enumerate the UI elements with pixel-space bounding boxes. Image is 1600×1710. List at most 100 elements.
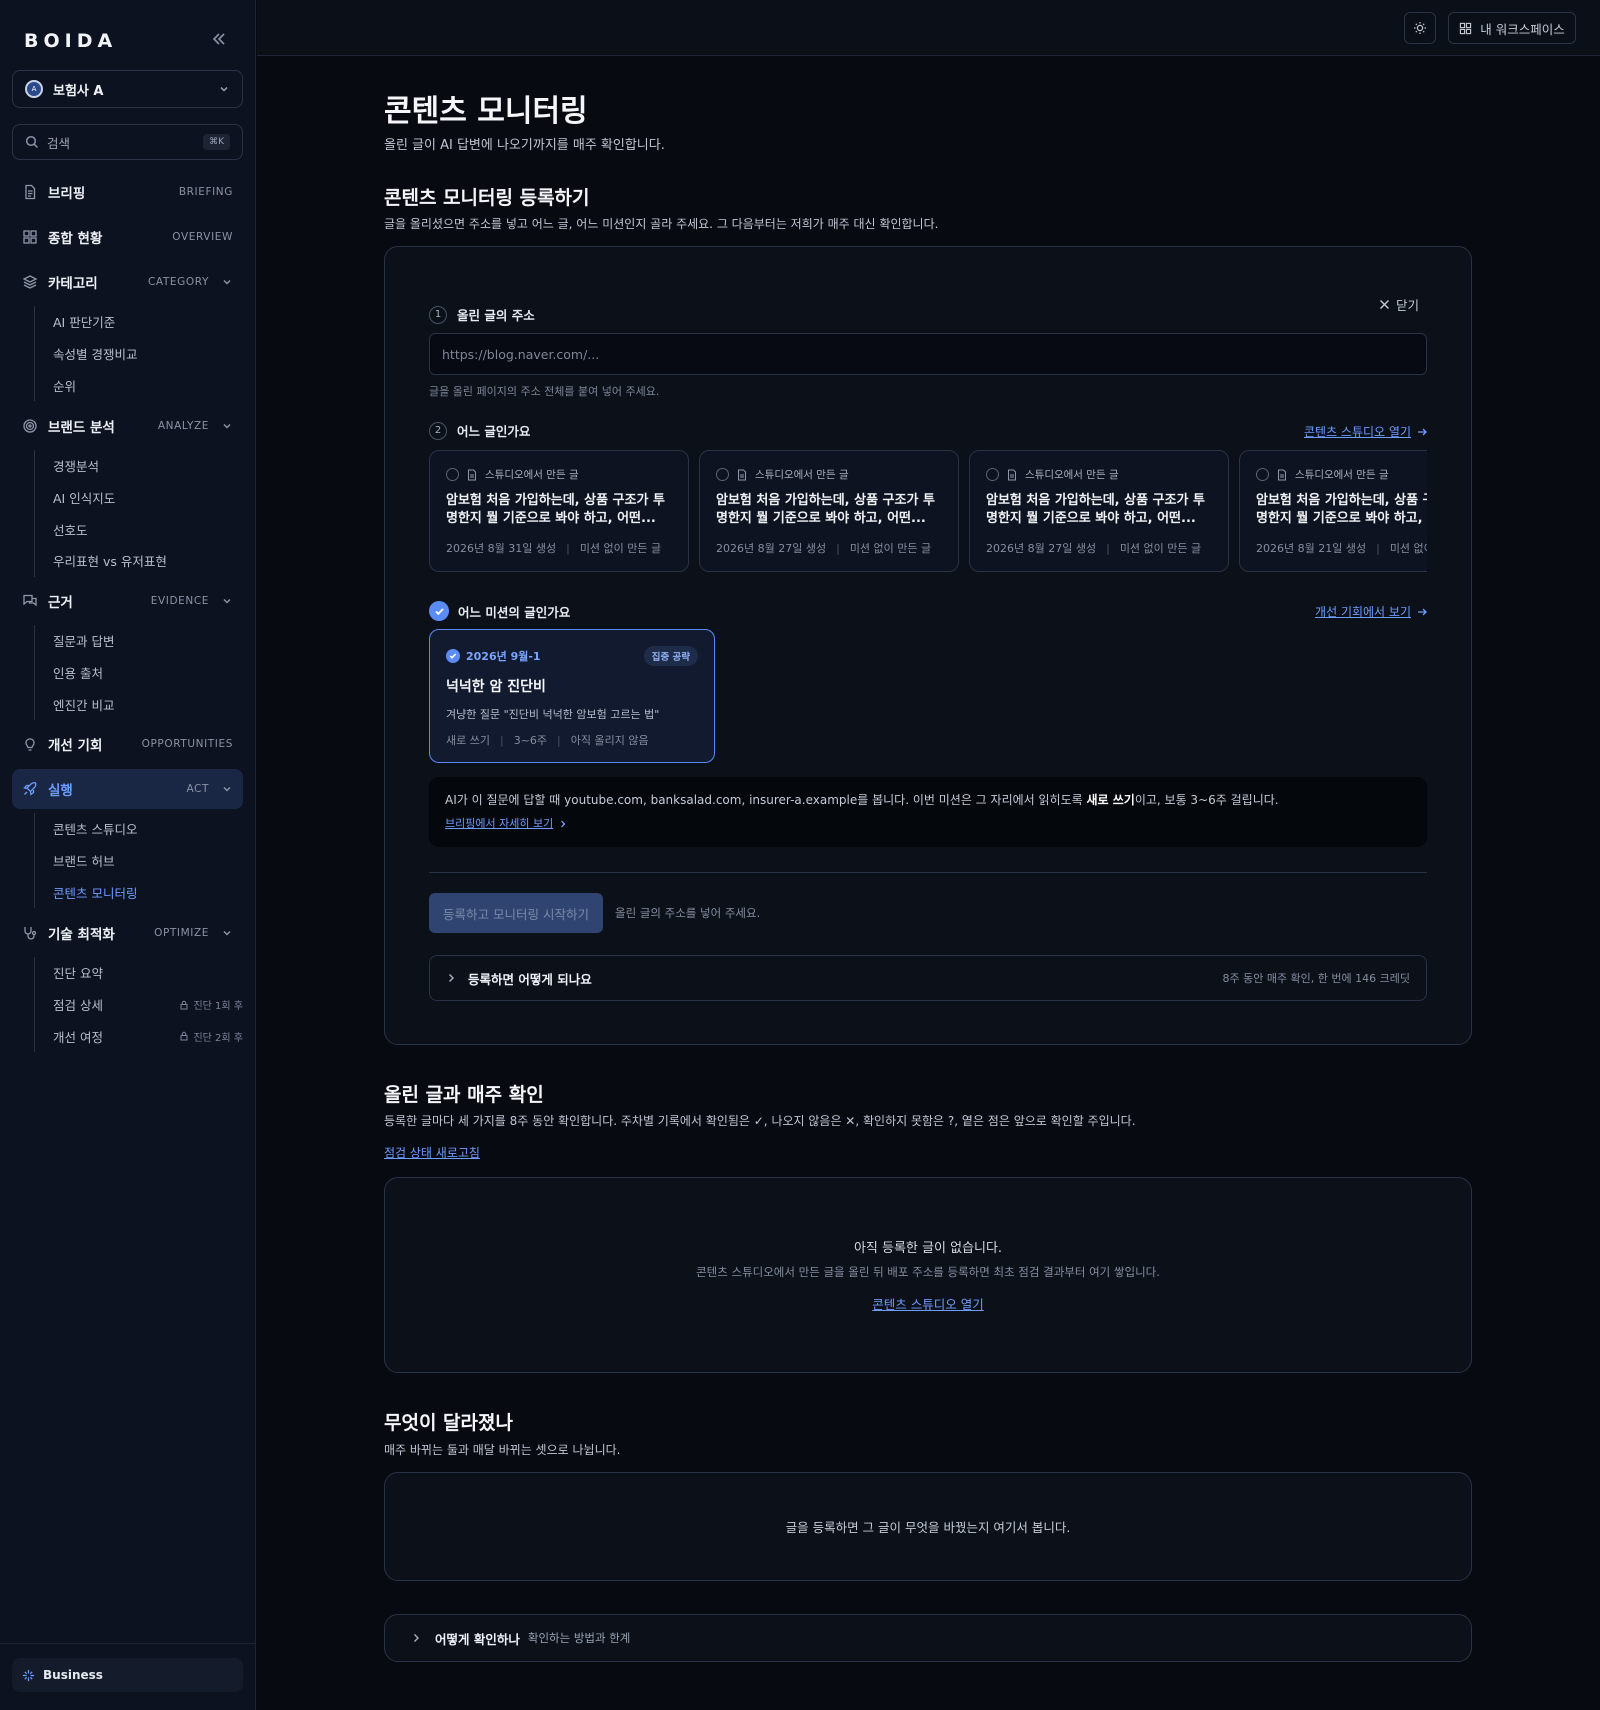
nav-label: 개선 기회	[48, 738, 103, 754]
lock-note: 진단 2회 후	[179, 1029, 243, 1044]
mission-duration: 3~6주	[513, 734, 548, 747]
subnav-item-active[interactable]: 콘텐츠 모니터링	[35, 876, 137, 908]
post-date: 2026년 8월 27일 생성	[716, 542, 827, 555]
nav-en-label: ANALYZE	[157, 420, 209, 432]
subnav-item[interactable]: 순위	[35, 369, 137, 401]
layers-icon	[22, 275, 38, 289]
subnav-item[interactable]: 경쟁분석	[35, 450, 167, 482]
nav-en-label: OVERVIEW	[172, 231, 233, 243]
subnav-item[interactable]: 엔진간 비교	[35, 688, 114, 720]
how-it-works-accordion[interactable]: 등록하면 어떻게 되나요 8주 동안 매주 확인, 한 번에 146 크레딧	[429, 955, 1427, 1001]
empty-studio-link[interactable]: 콘텐츠 스튜디오 열기	[872, 1294, 983, 1313]
chevron-down-icon	[223, 598, 231, 604]
post-card[interactable]: 스튜디오에서 만든 글 암보험 처음 가입하는데, 상품 구조가 투명한지 뭘 …	[969, 450, 1229, 572]
post-title: 암보험 처음 가입하는데, 상품 구조가 투명한지 뭘 기준으로 봐야 하고, …	[716, 493, 935, 526]
meta-separator: |	[836, 542, 840, 555]
opportunities-link[interactable]: 개선 기회에서 보기	[1315, 603, 1427, 620]
subnav-item[interactable]: 우리표현 vs 유저표현	[35, 545, 167, 577]
refresh-status-link[interactable]: 점검 상태 새로고침	[384, 1144, 480, 1161]
subnav-item[interactable]: 진단 요약	[35, 957, 243, 989]
mission-card-selected[interactable]: 2026년 9월-1 집중 공략 넉넉한 암 진단비 겨냥한 질문 "진단비 넉…	[429, 629, 715, 763]
radio-button[interactable]	[716, 468, 729, 481]
optimize-subnav: 진단 요약 점검 상세 진단 1회 후 개선 여정 진단 2회 후	[34, 957, 243, 1053]
workspace-selector[interactable]: A 보험사 A	[12, 70, 243, 108]
theme-toggle-button[interactable]	[1404, 12, 1436, 44]
mission-question: 겨냥한 질문 "진단비 넉넉한 암보험 고르는 법"	[446, 708, 660, 721]
empty-desc: 콘텐츠 스튜디오에서 만든 글을 올린 뒤 배포 주소를 등록하면 최초 점검 …	[696, 1265, 1160, 1279]
submit-button-disabled[interactable]: 등록하고 모니터링 시작하기	[429, 893, 603, 933]
step-url: 1 올린 글의 주소	[429, 305, 535, 324]
weekly-title: 올린 글과 매주 확인	[384, 1084, 544, 1106]
sidebar-divider	[0, 1643, 256, 1644]
meta-separator: |	[1376, 542, 1380, 555]
lightbulb-icon	[25, 738, 35, 751]
briefing-link[interactable]: 브리핑에서 자세히 보기	[445, 815, 1411, 833]
radio-button[interactable]	[446, 468, 459, 481]
subnav-item-locked[interactable]: 개선 여정 진단 2회 후	[35, 1020, 243, 1052]
nav-opportunities[interactable]: 개선 기회 OPPORTUNITIES	[12, 724, 243, 764]
stethoscope-icon	[24, 927, 37, 940]
my-workspace-button[interactable]: 내 워크스페이스	[1448, 12, 1576, 44]
nav-label: 브랜드 분석	[48, 420, 115, 436]
post-url-input[interactable]: https://blog.naver.com/...	[429, 333, 1427, 375]
url-hint: 글을 올린 페이지의 주소 전체를 붙여 넣어 주세요.	[429, 385, 660, 398]
nav-optimize[interactable]: 기술 최적화 OPTIMIZE	[12, 913, 243, 953]
plan-badge[interactable]: Business	[12, 1658, 243, 1692]
arrow-right-icon	[1418, 608, 1427, 615]
nav-evidence[interactable]: 근거 EVIDENCE	[12, 581, 243, 621]
mission-status: 아직 올리지 않음	[570, 734, 649, 747]
mission-info-box: AI가 이 질문에 답할 때 youtube.com, banksalad.co…	[429, 777, 1427, 847]
page-subtitle: 올린 글이 AI 답변에 나오기까지를 매주 확인합니다.	[384, 138, 665, 153]
subnav-item-locked[interactable]: 점검 상세 진단 1회 후	[35, 989, 243, 1021]
post-date: 2026년 8월 27일 생성	[986, 542, 1097, 555]
mission-type: 새로 쓰기	[446, 734, 490, 747]
nav-label: 카테고리	[48, 276, 98, 292]
nav-label: 기술 최적화	[48, 927, 115, 943]
nav-analyze[interactable]: 브랜드 분석 ANALYZE	[12, 406, 243, 446]
nav-act[interactable]: 실행 ACT	[12, 769, 243, 809]
page-title: 콘텐츠 모니터링	[384, 94, 588, 129]
post-card[interactable]: 스튜디오에서 만든 글 암보험 처음 가입하는데, 상품 구조가 투명한지 뭘 …	[429, 450, 689, 572]
search-input[interactable]: 검색 ⌘K	[12, 124, 243, 160]
search-icon	[25, 135, 39, 149]
subnav-item[interactable]: 질문과 답변	[35, 625, 114, 657]
target-icon	[23, 419, 37, 433]
post-card[interactable]: 스튜디오에서 만든 글 암보험 처음 가입하는데, 상품 구조가 투명한지 뭘 …	[1239, 450, 1427, 572]
document-icon	[468, 469, 476, 480]
nav-briefing[interactable]: 브리핑 BRIEFING	[12, 172, 243, 212]
meta-separator: |	[557, 734, 561, 747]
radio-button[interactable]	[986, 468, 999, 481]
subnav-item[interactable]: 선호도	[35, 513, 167, 545]
search-placeholder: 검색	[47, 135, 71, 151]
step-mission: 어느 미션의 글인가요	[429, 601, 570, 621]
grid-icon	[1460, 22, 1472, 34]
sparkle-icon	[22, 1669, 35, 1681]
subnav-item[interactable]: AI 인식지도	[35, 482, 167, 514]
file-text-icon	[25, 184, 36, 200]
open-studio-link[interactable]: 콘텐츠 스튜디오 열기	[1304, 423, 1427, 440]
subnav-item[interactable]: 브랜드 허브	[35, 845, 137, 877]
radio-button[interactable]	[1256, 468, 1269, 481]
collapse-sidebar-icon[interactable]	[210, 30, 230, 50]
register-title: 콘텐츠 모니터링 등록하기	[384, 187, 590, 209]
nav-overview[interactable]: 종합 현황 OVERVIEW	[12, 217, 243, 257]
arrow-right-icon	[1418, 428, 1427, 435]
subnav-item[interactable]: 인용 출처	[35, 657, 114, 689]
submit-hint: 올린 글의 주소를 넣어 주세요.	[615, 906, 761, 920]
changes-desc: 매주 바뀌는 둘과 매달 바뀌는 셋으로 나뉩니다.	[384, 1443, 621, 1457]
how-we-check-accordion[interactable]: 어떻게 확인하나 확인하는 방법과 한계	[384, 1614, 1472, 1662]
document-icon	[1008, 469, 1016, 480]
subnav-item[interactable]: 속성별 경쟁비교	[35, 338, 137, 370]
refresh-status-label: 점검 상태 새로고침	[384, 1146, 480, 1160]
nav-category[interactable]: 카테고리 CATEGORY	[12, 262, 243, 302]
workspace-avatar: A	[25, 80, 43, 98]
subnav-item[interactable]: 콘텐츠 스튜디오	[35, 813, 137, 845]
subnav-item[interactable]: AI 판단기준	[35, 306, 137, 338]
close-button[interactable]: 닫기	[1379, 295, 1419, 314]
sun-icon	[1414, 22, 1426, 34]
meta-separator: |	[566, 542, 570, 555]
post-card[interactable]: 스튜디오에서 만든 글 암보험 처음 가입하는데, 상품 구조가 투명한지 뭘 …	[699, 450, 959, 572]
nav-label: 근거	[48, 595, 73, 611]
document-icon	[1278, 469, 1286, 480]
lock-icon	[180, 1000, 188, 1010]
